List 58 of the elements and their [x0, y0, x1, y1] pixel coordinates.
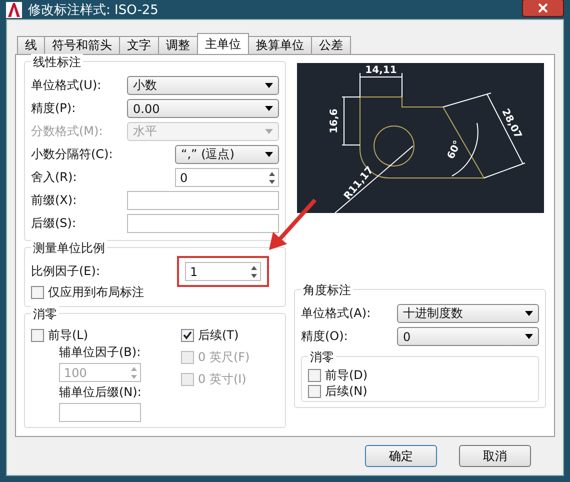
- dropdown[interactable]: “,” (逗点): [175, 145, 279, 164]
- spin-field[interactable]: 0: [175, 168, 279, 187]
- field-label: 小数分隔符(C):: [31, 146, 113, 163]
- dialog-button[interactable]: 取消: [459, 445, 531, 467]
- annotation-arrow: [267, 198, 317, 252]
- field-label: 辅单位因子(B):: [59, 344, 142, 361]
- field-label: 单位格式(A):: [301, 305, 371, 322]
- checkbox[interactable]: 后续(T): [181, 326, 250, 344]
- field-label: 精度(O):: [301, 328, 348, 345]
- field-label: 辅单位后缀(N):: [59, 384, 142, 401]
- field-label: 比例因子(E):: [31, 263, 100, 280]
- spinner-arrows-icon: [267, 170, 277, 186]
- field-label: 后缀(S):: [31, 215, 76, 232]
- dropdown[interactable]: 0: [397, 327, 539, 346]
- dropdown[interactable]: 小数: [127, 76, 279, 95]
- dropdown[interactable]: 0.00: [127, 99, 279, 118]
- checkbox[interactable]: 前导(D): [308, 367, 532, 383]
- input-field[interactable]: [127, 214, 279, 233]
- dialog-button[interactable]: 确定: [365, 445, 437, 467]
- dropdown[interactable]: 十进制度数: [397, 304, 539, 323]
- checkbox[interactable]: 前导(L): [31, 326, 181, 344]
- spinner-arrows-icon: [249, 264, 259, 280]
- group-title: 测量单位比例: [31, 240, 107, 257]
- input-field[interactable]: [59, 403, 141, 422]
- dimension-label: 60°: [445, 139, 464, 161]
- dropdown-arrow-icon: [265, 129, 273, 134]
- checkbox[interactable]: 后续(N): [308, 383, 532, 399]
- group-title: 消零: [31, 306, 59, 323]
- dropdown-arrow-icon: [265, 106, 273, 111]
- tab[interactable]: 线: [17, 36, 45, 54]
- tab[interactable]: 调整: [158, 36, 198, 54]
- tab[interactable]: 公差: [311, 36, 351, 54]
- dropdown-arrow-icon: [525, 311, 533, 316]
- close-icon: [538, 2, 548, 12]
- input-field[interactable]: [127, 191, 279, 210]
- tab[interactable]: 换算单位: [248, 36, 312, 54]
- tab[interactable]: 符号和箭头: [44, 36, 120, 54]
- field-label: 前缀(X):: [31, 192, 77, 209]
- spinner-arrows-icon: [129, 364, 139, 380]
- spin-field[interactable]: 1: [185, 262, 261, 281]
- group-title: 消零: [308, 349, 336, 366]
- dimension-label: 14,11: [364, 65, 396, 76]
- window-title: 修改标注样式: ISO-25: [28, 2, 160, 18]
- field-label: 精度(P):: [31, 100, 76, 117]
- dropdown-arrow-icon: [525, 334, 533, 339]
- field-label: 分数格式(M):: [31, 123, 103, 140]
- close-button[interactable]: [522, 0, 564, 16]
- app-logo-icon: [6, 2, 22, 18]
- dropdown-arrow-icon: [265, 83, 273, 88]
- field-label: 单位格式(U):: [31, 77, 102, 94]
- group-title: 线性标注: [31, 54, 83, 71]
- group-title: 角度标注: [301, 282, 353, 299]
- tab[interactable]: 主单位: [197, 33, 249, 54]
- field-label: 舍入(R):: [31, 169, 77, 186]
- dropdown-arrow-icon: [265, 152, 273, 157]
- tab[interactable]: 文字: [119, 36, 159, 54]
- checkbox[interactable]: 仅应用到布局标注: [31, 283, 279, 301]
- dimension-label: 16,6: [328, 108, 340, 134]
